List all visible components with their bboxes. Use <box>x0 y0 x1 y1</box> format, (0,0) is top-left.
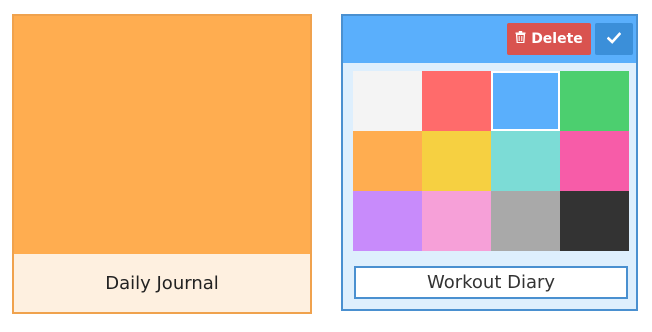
note-card-editor: Delete <box>341 14 638 311</box>
color-swatch-light-pink[interactable] <box>422 191 491 251</box>
color-swatch-yellow[interactable] <box>422 131 491 191</box>
color-swatch-dark[interactable] <box>560 191 629 251</box>
note-title-input[interactable] <box>354 266 628 299</box>
color-swatch-green[interactable] <box>560 71 629 131</box>
delete-button-label: Delete <box>531 31 583 47</box>
color-swatch-white[interactable] <box>353 71 422 131</box>
color-swatch-orange[interactable] <box>353 131 422 191</box>
color-swatch-pink[interactable] <box>560 131 629 191</box>
note-title: Daily Journal <box>14 254 310 312</box>
color-swatch-red[interactable] <box>422 71 491 131</box>
note-color-area[interactable] <box>14 16 310 254</box>
color-swatch-blue[interactable] <box>491 71 560 131</box>
note-card[interactable]: Daily Journal <box>12 14 312 314</box>
color-palette <box>353 71 629 253</box>
trash-icon <box>515 31 526 47</box>
check-icon <box>606 31 622 47</box>
editor-toolbar: Delete <box>343 16 636 63</box>
color-swatch-gray[interactable] <box>491 191 560 251</box>
confirm-button[interactable] <box>595 23 633 55</box>
color-swatch-purple[interactable] <box>353 191 422 251</box>
color-swatch-teal[interactable] <box>491 131 560 191</box>
delete-button[interactable]: Delete <box>507 23 591 55</box>
